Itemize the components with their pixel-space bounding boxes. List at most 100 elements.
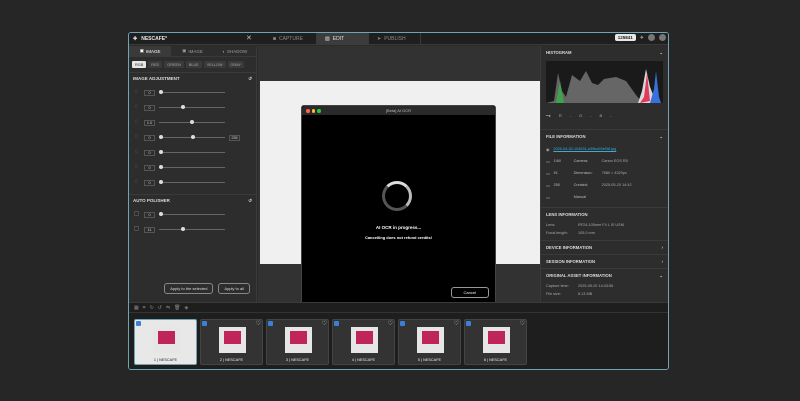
rotate-left-icon[interactable]: ↺ — [158, 305, 162, 311]
slider-knob[interactable] — [191, 135, 196, 139]
heart-icon[interactable]: ♡ — [520, 320, 525, 327]
slider-knob[interactable] — [180, 227, 185, 231]
thumbnail-image — [153, 327, 180, 353]
slider-knob[interactable] — [159, 150, 163, 154]
slider-knob[interactable] — [159, 180, 163, 184]
slider-toggle[interactable]: ━● — [546, 113, 551, 118]
thumbnail[interactable]: ♡ 6 | NESCAFE — [464, 319, 527, 365]
slider-track[interactable] — [159, 180, 225, 184]
value-field[interactable]: 0 — [144, 164, 155, 171]
shield-icon[interactable]: ◈ — [185, 305, 189, 311]
crop-icon[interactable]: ⌗ — [143, 305, 146, 311]
session-info-header[interactable]: SESSION INFORMATION › — [541, 254, 668, 268]
dialog-titlebar: [Beta] AI OCR — [302, 106, 495, 115]
chip-yellow[interactable]: YELLOW — [203, 61, 226, 68]
slider-knob[interactable] — [180, 105, 185, 109]
product-image — [488, 331, 505, 344]
value-field[interactable]: 0 — [144, 179, 155, 186]
checkbox[interactable] — [466, 321, 471, 326]
tab-shadow[interactable]: ◐ SHADOW — [214, 46, 256, 56]
heart-icon[interactable]: ♡ — [388, 320, 393, 327]
thumbnail[interactable]: ♡ 2 | NESCAFE — [200, 319, 263, 365]
grid-icon[interactable]: ▦ — [134, 305, 139, 311]
value-field[interactable]: 0 — [144, 134, 155, 141]
slider-knob[interactable] — [159, 212, 163, 216]
rocket-icon[interactable]: ✈ — [640, 35, 644, 41]
thumbnail[interactable]: ♡ 1 | NESCAFE — [134, 319, 197, 365]
minimize-dot[interactable] — [311, 109, 315, 113]
thumbnail[interactable]: ♡ 3 | NESCAFE — [266, 319, 329, 365]
slider-track[interactable] — [159, 150, 225, 154]
apply-selected-button[interactable]: Apply to the selected — [164, 283, 214, 294]
checkbox[interactable] — [334, 321, 339, 326]
slider-knob[interactable] — [159, 90, 163, 94]
file-link[interactable]: 2025-04-30-104531-e39ba93ef38.jpg — [553, 147, 616, 151]
slider-track[interactable] — [159, 120, 225, 124]
tab-publish[interactable]: ➤ PUBLISH — [369, 33, 421, 45]
tab-capture[interactable]: ◙ CAPTURE — [265, 33, 317, 45]
chip-gray[interactable]: GRAY — [227, 61, 245, 68]
heart-icon[interactable]: ♡ — [190, 320, 195, 327]
chevron-right-icon: › — [661, 245, 663, 250]
avatar[interactable] — [659, 34, 666, 41]
chip-blue[interactable]: BLUE — [185, 61, 202, 68]
value-field[interactable]: 0 — [144, 211, 155, 218]
slider-track[interactable] — [159, 227, 225, 231]
original-info-header[interactable]: ORIGINAL ASSET INFORMATION ⌄ — [541, 268, 668, 282]
flip-icon[interactable]: ⇋ — [166, 305, 170, 311]
chevron-down-icon: ⌄ — [659, 273, 663, 278]
chip-rgb[interactable]: RGB — [132, 61, 147, 68]
plus-icon[interactable]: ✚ — [133, 36, 137, 42]
chip-red[interactable]: RED — [148, 61, 163, 68]
settings-icon[interactable] — [648, 34, 655, 41]
reset-icon[interactable]: ↺ — [248, 198, 252, 204]
thumbnail[interactable]: ♡ 4 | NESCAFE — [332, 319, 395, 365]
checkbox[interactable] — [136, 321, 141, 326]
apply-all-button[interactable]: Apply to all — [218, 283, 250, 294]
checkbox[interactable] — [268, 321, 273, 326]
cancel-button[interactable]: Cancel — [450, 287, 489, 298]
chevron-down-icon[interactable]: ⌄ — [659, 50, 663, 55]
value-field[interactable]: 1.0 — [144, 119, 155, 126]
tab-edit[interactable]: ▧ EDIT — [317, 33, 369, 45]
slider-track[interactable] — [159, 135, 225, 139]
checkbox[interactable] — [202, 321, 207, 326]
trash-icon[interactable]: 🗑 — [174, 305, 180, 311]
heart-icon[interactable]: ♡ — [322, 320, 327, 327]
tab-image-2[interactable]: ▣ IMAGE — [171, 46, 213, 56]
tab-image[interactable]: ▣ IMAGE — [129, 46, 172, 56]
contrast-icon: ◌ — [134, 119, 139, 125]
reset-icon[interactable]: ↺ — [248, 76, 252, 82]
rotate-icon[interactable]: ↻ — [150, 305, 154, 311]
heart-icon[interactable]: ♡ — [256, 320, 261, 327]
value-field[interactable]: 11 — [144, 226, 155, 233]
adjustment-sliders: ◌ 0 ◌ 0 ◌ 1.0 ◌ 0 255 ◌ 0 ◌ 0 ◌ 0 — [129, 85, 256, 190]
left-tabs: ▣ IMAGE ▣ IMAGE ◐ SHADOW — [129, 46, 256, 57]
slider-track[interactable] — [159, 165, 225, 169]
slider-knob[interactable] — [159, 135, 163, 139]
checkbox[interactable] — [400, 321, 405, 326]
value-field-max[interactable]: 255 — [229, 134, 240, 141]
slider-track[interactable] — [159, 105, 225, 109]
slider-knob[interactable] — [159, 165, 163, 169]
chevron-down-icon[interactable]: ⌄ — [659, 134, 663, 139]
file-info-row: ▭ f/1 Dimension: 7680 × 4320px — [546, 171, 627, 176]
value-field[interactable]: 0 — [144, 149, 155, 156]
value-field[interactable]: 0 — [144, 89, 155, 96]
dialog-title: [Beta] AI OCR — [385, 108, 412, 113]
maximize-dot[interactable] — [317, 109, 321, 113]
project-tab[interactable]: ✚ NESCAFE* — [129, 33, 257, 45]
slider-knob[interactable] — [190, 120, 194, 124]
value-field[interactable]: 0 — [144, 104, 155, 111]
meta-icon: ▭ — [546, 159, 550, 164]
thumbnail[interactable]: ♡ 5 | NESCAFE — [398, 319, 461, 365]
close-dot[interactable] — [306, 109, 310, 113]
chip-green[interactable]: GREEN — [164, 61, 184, 68]
close-icon[interactable]: ✕ — [246, 34, 252, 42]
device-info-header[interactable]: DEVICE INFORMATION › — [541, 240, 668, 254]
slider-track[interactable] — [159, 90, 225, 94]
thumbnail-label: 5 | NESCAFE — [417, 358, 442, 362]
credit-badge[interactable]: 125841 — [614, 34, 636, 41]
slider-track[interactable] — [159, 212, 225, 216]
heart-icon[interactable]: ♡ — [454, 320, 459, 327]
